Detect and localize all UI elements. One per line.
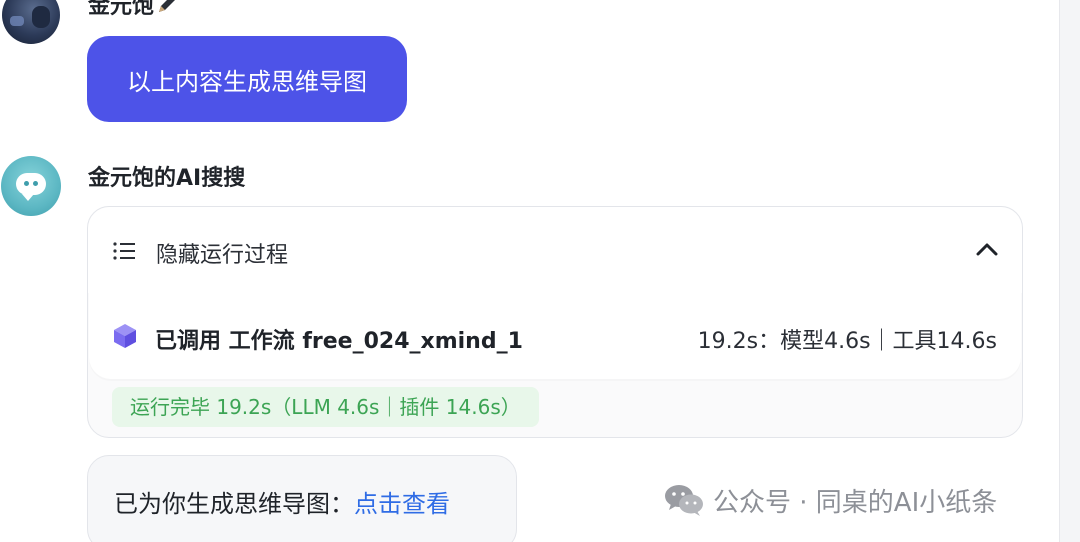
result-message-bubble: 已为你生成思维导图：点击查看 [87,455,517,542]
tool-call-row[interactable]: 已调用 工作流 free_024_xmind_1 19.2s：模型4.6s｜工具… [89,293,1021,379]
avatar-detail [10,16,24,26]
user-name: 金元饱 [88,0,178,20]
chat-bubble-icon [16,173,46,201]
user-avatar[interactable] [2,0,60,44]
bot-eye [24,181,29,186]
user-message-bubble: 以上内容生成思维导图 [87,36,407,122]
watermark-text: 公众号 · 同桌的AI小纸条 [713,487,998,518]
toggle-process-label[interactable]: 隐藏运行过程 [156,237,288,269]
scrollbar-track[interactable] [1059,0,1080,542]
result-prefix: 已为你生成思维导图： [114,490,354,518]
pencil-icon [159,0,176,12]
chevron-up-icon[interactable] [976,241,998,257]
wechat-icon [665,485,703,516]
bot-eye [33,181,38,186]
cube-icon [114,324,136,348]
view-mindmap-link[interactable]: 点击查看 [354,490,450,518]
user-message-text: 以上内容生成思维导图 [127,67,367,96]
user-name-text: 金元饱 [88,0,155,19]
watermark: 公众号 · 同桌的AI小纸条 [663,480,997,520]
process-toggle-header[interactable]: 隐藏运行过程 [88,207,1022,293]
bot-avatar[interactable] [1,156,61,216]
result-text: 已为你生成思维导图：点击查看 [114,484,450,519]
tool-call-timing: 19.2s：模型4.6s｜工具14.6s [697,329,997,354]
bot-name: 金元饱的AI搜搜 [88,166,246,191]
list-icon [113,242,135,260]
chat-page: 金元饱 以上内容生成思维导图 金元饱的AI搜搜 隐藏运行过程 已调用 工作流 f… [0,0,1080,542]
run-process-card: 隐藏运行过程 已调用 工作流 free_024_xmind_1 19.2s：模型… [87,206,1023,438]
run-status-badge: 运行完毕 19.2s（LLM 4.6s｜插件 14.6s） [112,387,539,427]
avatar-detail [32,6,50,28]
tool-call-title: 已调用 工作流 free_024_xmind_1 [155,329,523,354]
